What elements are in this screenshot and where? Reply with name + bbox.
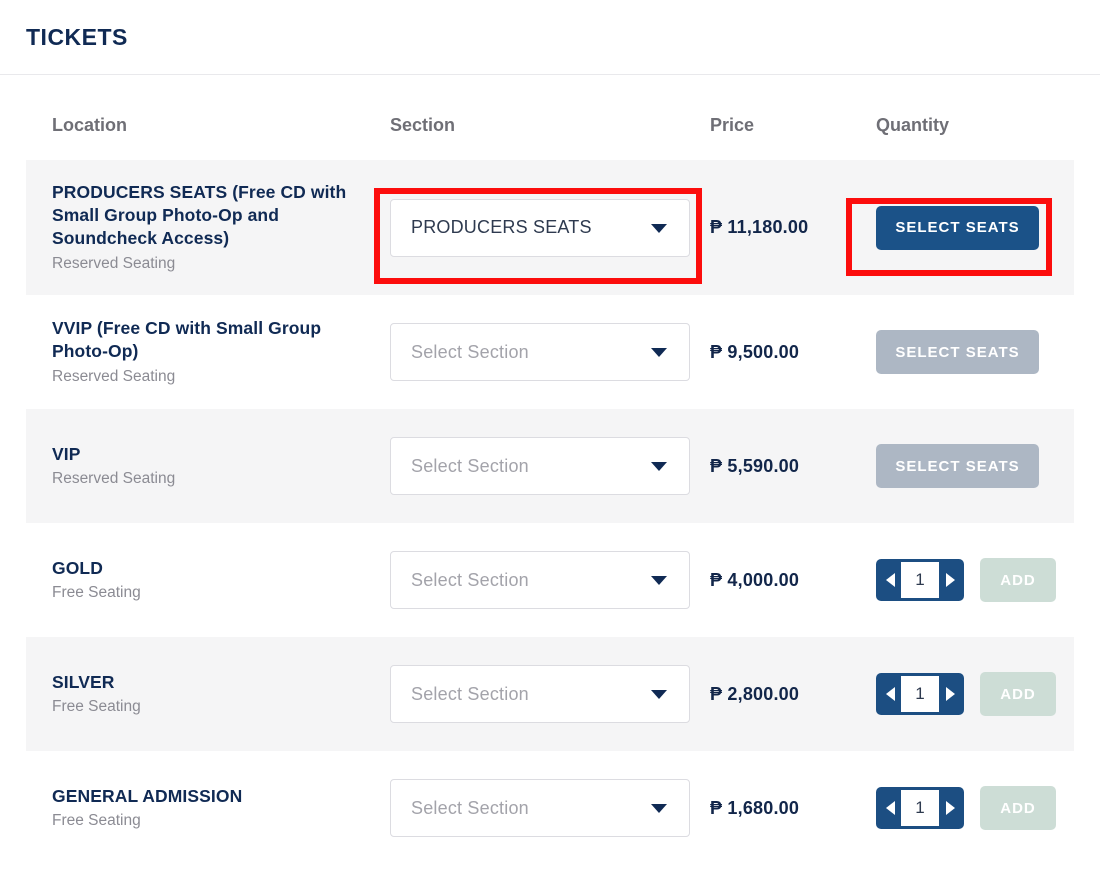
quantity-increment-button[interactable] bbox=[939, 790, 961, 826]
location-name: VVIP (Free CD with Small Group Photo-Op) bbox=[52, 318, 322, 362]
column-header-section: Section bbox=[390, 115, 456, 135]
column-header-location: Location bbox=[52, 115, 127, 135]
quantity-input[interactable] bbox=[901, 562, 939, 598]
section-cell: Select Section bbox=[390, 437, 710, 495]
price-cell: ₱ 11,180.00 bbox=[710, 217, 809, 237]
quantity-increment-button[interactable] bbox=[939, 562, 961, 598]
price-cell: ₱ 2,800.00 bbox=[710, 683, 800, 704]
quantity-stepper[interactable] bbox=[876, 787, 964, 829]
quantity-cell: ADD bbox=[876, 558, 1074, 602]
location-seating-type: Free Seating bbox=[52, 697, 141, 715]
section-cell: Select Section bbox=[390, 779, 710, 837]
quantity-cell: SELECT SEATS bbox=[876, 444, 1074, 488]
select-seats-button[interactable]: SELECT SEATS bbox=[876, 205, 1039, 250]
ticket-rows: PRODUCERS SEATS (Free CD with Small Grou… bbox=[0, 160, 1100, 865]
location-seating-type: Reserved Seating bbox=[52, 254, 176, 272]
select-seats-button: SELECT SEATS bbox=[876, 444, 1039, 488]
location-seating-type: Reserved Seating bbox=[52, 469, 176, 487]
page-header: TICKETS bbox=[0, 0, 1100, 75]
section-dropdown-value: PRODUCERS SEATS bbox=[411, 217, 592, 237]
quantity-increment-button[interactable] bbox=[939, 676, 961, 712]
section-dropdown-value: Select Section bbox=[411, 569, 529, 590]
quantity-stepper[interactable] bbox=[876, 559, 964, 601]
section-dropdown[interactable]: PRODUCERS SEATS bbox=[390, 198, 690, 257]
section-dropdown[interactable]: Select Section bbox=[390, 779, 690, 837]
section-dropdown[interactable]: Select Section bbox=[390, 323, 690, 381]
column-header-price: Price bbox=[710, 115, 755, 135]
section-dropdown-value: Select Section bbox=[411, 683, 529, 704]
quantity-decrement-button[interactable] bbox=[879, 790, 901, 826]
page-title: TICKETS bbox=[26, 23, 128, 50]
section-dropdown-value: Select Section bbox=[411, 455, 529, 476]
tickets-page: TICKETS Location Section Price Quantity … bbox=[0, 0, 1100, 890]
add-button[interactable]: ADD bbox=[980, 786, 1056, 830]
section-dropdown[interactable]: Select Section bbox=[390, 551, 690, 609]
quantity-cell: SELECT SEATS bbox=[876, 330, 1074, 374]
location-cell: VVIP (Free CD with Small Group Photo-Op)… bbox=[52, 317, 390, 386]
section-cell: Select Section bbox=[390, 323, 710, 381]
section-cell: PRODUCERS SEATS bbox=[390, 198, 710, 257]
triangle-left-icon bbox=[885, 573, 895, 587]
location-cell: VIP Reserved Seating bbox=[52, 443, 390, 489]
section-cell: Select Section bbox=[390, 665, 710, 723]
location-cell: PRODUCERS SEATS (Free CD with Small Grou… bbox=[52, 181, 390, 273]
section-dropdown[interactable]: Select Section bbox=[390, 437, 690, 495]
quantity-decrement-button[interactable] bbox=[879, 562, 901, 598]
quantity-cell: SELECT SEATS bbox=[876, 205, 1074, 250]
section-dropdown[interactable]: Select Section bbox=[390, 665, 690, 723]
table-row: GENERAL ADMISSION Free Seating Select Sect… bbox=[0, 751, 1100, 865]
table-row: VVIP (Free CD with Small Group Photo-Op)… bbox=[0, 295, 1100, 409]
quantity-cell: ADD bbox=[876, 672, 1074, 716]
column-header-quantity: Quantity bbox=[876, 115, 950, 135]
triangle-left-icon bbox=[885, 687, 895, 701]
price-cell: ₱ 4,000.00 bbox=[710, 569, 800, 590]
location-name: PRODUCERS SEATS (Free CD with Small Grou… bbox=[52, 182, 347, 249]
location-name: GOLD bbox=[52, 557, 103, 578]
triangle-left-icon bbox=[885, 801, 895, 815]
location-cell: SILVER Free Seating bbox=[52, 671, 390, 717]
location-name: GENERAL ADMISSION bbox=[52, 785, 243, 806]
quantity-input[interactable] bbox=[901, 676, 939, 712]
add-button[interactable]: ADD bbox=[980, 672, 1056, 716]
chevron-down-icon bbox=[651, 804, 667, 813]
price-cell: ₱ 1,680.00 bbox=[710, 797, 800, 818]
chevron-down-icon bbox=[651, 348, 667, 357]
price-cell: ₱ 9,500.00 bbox=[710, 341, 800, 362]
add-button[interactable]: ADD bbox=[980, 558, 1056, 602]
chevron-down-icon bbox=[651, 223, 667, 233]
location-seating-type: Free Seating bbox=[52, 811, 141, 829]
triangle-right-icon bbox=[945, 687, 955, 701]
chevron-down-icon bbox=[651, 690, 667, 699]
location-cell: GENERAL ADMISSION Free Seating bbox=[52, 785, 390, 831]
location-cell: GOLD Free Seating bbox=[52, 557, 390, 603]
chevron-down-icon bbox=[651, 462, 667, 471]
select-seats-button: SELECT SEATS bbox=[876, 330, 1039, 374]
quantity-decrement-button[interactable] bbox=[879, 676, 901, 712]
section-cell: Select Section bbox=[390, 551, 710, 609]
table-row: PRODUCERS SEATS (Free CD with Small Grou… bbox=[0, 160, 1100, 295]
section-dropdown-value: Select Section bbox=[411, 341, 529, 362]
price-cell: ₱ 5,590.00 bbox=[710, 455, 800, 476]
location-name: SILVER bbox=[52, 671, 115, 692]
table-column-headers: Location Section Price Quantity bbox=[0, 75, 1100, 160]
location-seating-type: Reserved Seating bbox=[52, 367, 176, 385]
location-seating-type: Free Seating bbox=[52, 583, 141, 601]
table-row: GOLD Free Seating Select Section ₱ 4,000.00… bbox=[0, 523, 1100, 637]
quantity-stepper[interactable] bbox=[876, 673, 964, 715]
triangle-right-icon bbox=[945, 801, 955, 815]
table-row: VIP Reserved Seating Select Section ₱ 5,590… bbox=[0, 409, 1100, 523]
quantity-input[interactable] bbox=[901, 790, 939, 826]
chevron-down-icon bbox=[651, 576, 667, 585]
section-dropdown-value: Select Section bbox=[411, 797, 529, 818]
triangle-right-icon bbox=[945, 573, 955, 587]
location-name: VIP bbox=[52, 443, 81, 464]
quantity-cell: ADD bbox=[876, 786, 1074, 830]
table-row: SILVER Free Seating Select Section ₱ 2,800.… bbox=[0, 637, 1100, 751]
